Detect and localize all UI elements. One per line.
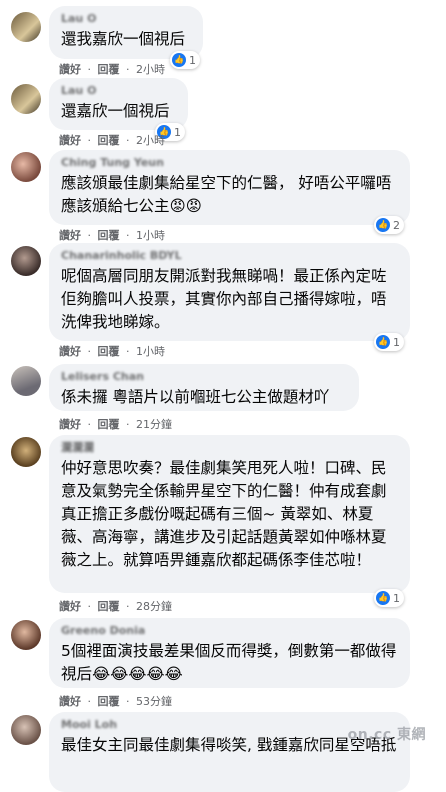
like-button[interactable]: 讚好 [59, 229, 81, 242]
comment-bubble: Ching Tung Yeun 應該頒最佳劇集給星空下的仁醫， 好唔公平囉唔應該… [49, 150, 410, 225]
comment-text: 呢個高層同朋友開派對我無睇喎！最正係內定咗佢夠膽叫人投票，其實你內部自己播得嫁啦… [61, 267, 387, 331]
comment-bubble: Greeno Donia 5個裡面演技最差果個反而得獎，倒數第一都做得視后😂😂😂… [49, 618, 410, 688]
comment-actions: 讚好 · 回覆 · 1小時 [59, 345, 165, 358]
reply-button[interactable]: 回覆 [98, 600, 120, 613]
reaction-count[interactable]: 1 [374, 333, 404, 351]
timestamp[interactable]: 2小時 [136, 63, 165, 76]
reply-button[interactable]: 回覆 [98, 345, 120, 358]
comment-actions: 讚好 · 回覆 · 21分鐘 [59, 418, 172, 431]
commenter-name[interactable]: Greeno Donia [61, 624, 398, 638]
reply-button[interactable]: 回覆 [98, 134, 120, 147]
comment-text: 仲好意思吹奏？最佳劇集笑甩死人啦！口碑、民意及氣勢完全係輸畀星空下的仁醫！仲有成… [61, 459, 387, 569]
avatar[interactable] [11, 246, 41, 276]
like-icon [172, 53, 186, 67]
reply-button[interactable]: 回覆 [98, 63, 120, 76]
comment-text: 還我嘉欣一個視后 [61, 30, 186, 48]
timestamp[interactable]: 2小時 [136, 134, 165, 147]
commenter-name[interactable]: Lelisers Chan [61, 370, 347, 384]
comment-text: 5個裡面演技最差果個反而得獎，倒數第一都做得視后😂😂😂😂😂 [61, 642, 397, 683]
like-button[interactable]: 讚好 [59, 418, 81, 431]
like-icon [376, 218, 390, 232]
comment-actions: 讚好 · 回覆 · 2小時 [59, 134, 165, 147]
like-button[interactable]: 讚好 [59, 134, 81, 147]
comment-text: 應該頒最佳劇集給星空下的仁醫， 好唔公平囉唔應該頒給七公主😡😡 [61, 174, 392, 215]
comment-bubble: Lelisers Chan 係未攞 粵語片以前嗰班七公主做題材吖 [49, 364, 359, 411]
timestamp[interactable]: 53分鐘 [136, 695, 172, 708]
reply-button[interactable]: 回覆 [98, 695, 120, 708]
reaction-count[interactable]: 2 [374, 216, 404, 234]
like-button[interactable]: 讚好 [59, 695, 81, 708]
avatar[interactable] [11, 620, 41, 650]
like-icon [376, 335, 390, 349]
comment-actions: 讚好 · 回覆 · 1小時 [59, 229, 165, 242]
comment-actions: 讚好 · 回覆 · 53分鐘 [59, 695, 172, 708]
comment-text: 還嘉欣一個視后 [61, 102, 170, 120]
reaction-count[interactable]: 1 [170, 51, 200, 69]
commenter-name[interactable]: Ching Tung Yeun [61, 156, 398, 170]
avatar[interactable] [11, 84, 41, 114]
avatar[interactable] [11, 152, 41, 182]
like-button[interactable]: 讚好 [59, 63, 81, 76]
avatar[interactable] [11, 437, 41, 467]
avatar[interactable] [11, 12, 41, 42]
avatar[interactable] [11, 715, 41, 745]
reply-button[interactable]: 回覆 [98, 418, 120, 431]
comment-actions: 讚好 · 回覆 · 28分鐘 [59, 600, 172, 613]
commenter-name[interactable]: Chanarinholic BDYL [61, 249, 398, 263]
comment-text: 係未攞 粵語片以前嗰班七公主做題材吖 [61, 388, 330, 406]
comment-bubble: Chanarinholic BDYL 呢個高層同朋友開派對我無睇喎！最正係內定咗… [49, 243, 410, 341]
commenter-name[interactable]: Lau O [61, 84, 176, 98]
comment-bubble: 瀾瀾瀾 仲好意思吹奏？最佳劇集笑甩死人啦！口碑、民意及氣勢完全係輸畀星空下的仁醫… [49, 435, 410, 593]
like-button[interactable]: 讚好 [59, 345, 81, 358]
timestamp[interactable]: 1小時 [136, 345, 165, 358]
like-button[interactable]: 讚好 [59, 600, 81, 613]
comment-actions: 讚好 · 回覆 · 2小時 [59, 63, 165, 76]
timestamp[interactable]: 21分鐘 [136, 418, 172, 431]
commenter-name[interactable]: 瀾瀾瀾 [61, 441, 398, 455]
avatar[interactable] [11, 366, 41, 396]
timestamp[interactable]: 28分鐘 [136, 600, 172, 613]
like-icon [376, 591, 390, 605]
watermark: on.cc 東網 [347, 727, 426, 743]
reply-button[interactable]: 回覆 [98, 229, 120, 242]
reaction-count[interactable]: 1 [374, 589, 404, 607]
commenter-name[interactable]: Lau O [61, 12, 191, 26]
timestamp[interactable]: 1小時 [136, 229, 165, 242]
